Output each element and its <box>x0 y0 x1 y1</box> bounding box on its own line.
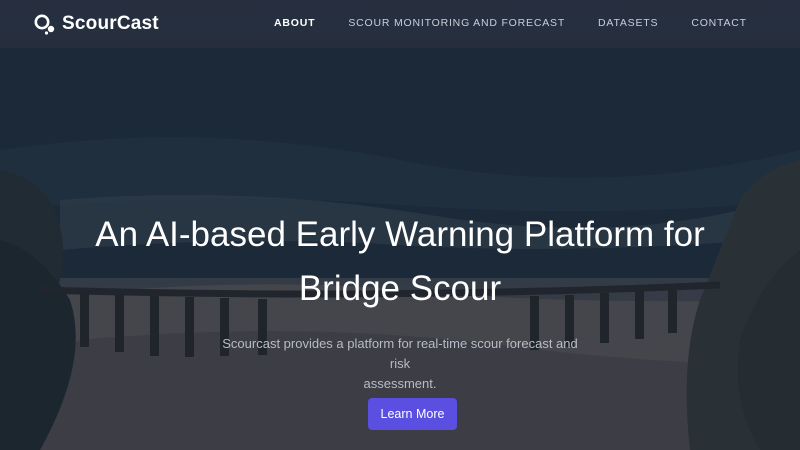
brand-name: ScourCast <box>62 13 159 34</box>
hero-subtitle-line-1: Scourcast provides a platform for real-t… <box>222 336 578 371</box>
main-nav: ABOUT SCOUR MONITORING AND FORECAST DATA… <box>274 17 747 29</box>
hero-title-line-1: An AI-based Early Warning Platform for <box>95 215 705 254</box>
hero-subtitle-line-2: assessment. <box>363 376 437 391</box>
nav-link-scour-monitoring[interactable]: SCOUR MONITORING AND FORECAST <box>348 17 565 29</box>
learn-more-button[interactable]: Learn More <box>368 398 457 430</box>
hero-title: An AI-based Early Warning Platform for B… <box>0 208 800 316</box>
top-navbar: ScourCast ABOUT SCOUR MONITORING AND FOR… <box>0 0 800 48</box>
hero-title-line-2: Bridge Scour <box>298 269 502 308</box>
scourcast-logo-icon <box>34 14 55 35</box>
brand-logo[interactable]: ScourCast <box>34 12 159 36</box>
nav-link-about[interactable]: ABOUT <box>274 17 315 29</box>
nav-link-contact[interactable]: CONTACT <box>691 17 747 29</box>
hero-subtitle: Scourcast provides a platform for real-t… <box>215 334 585 394</box>
nav-link-datasets[interactable]: DATASETS <box>598 17 658 29</box>
